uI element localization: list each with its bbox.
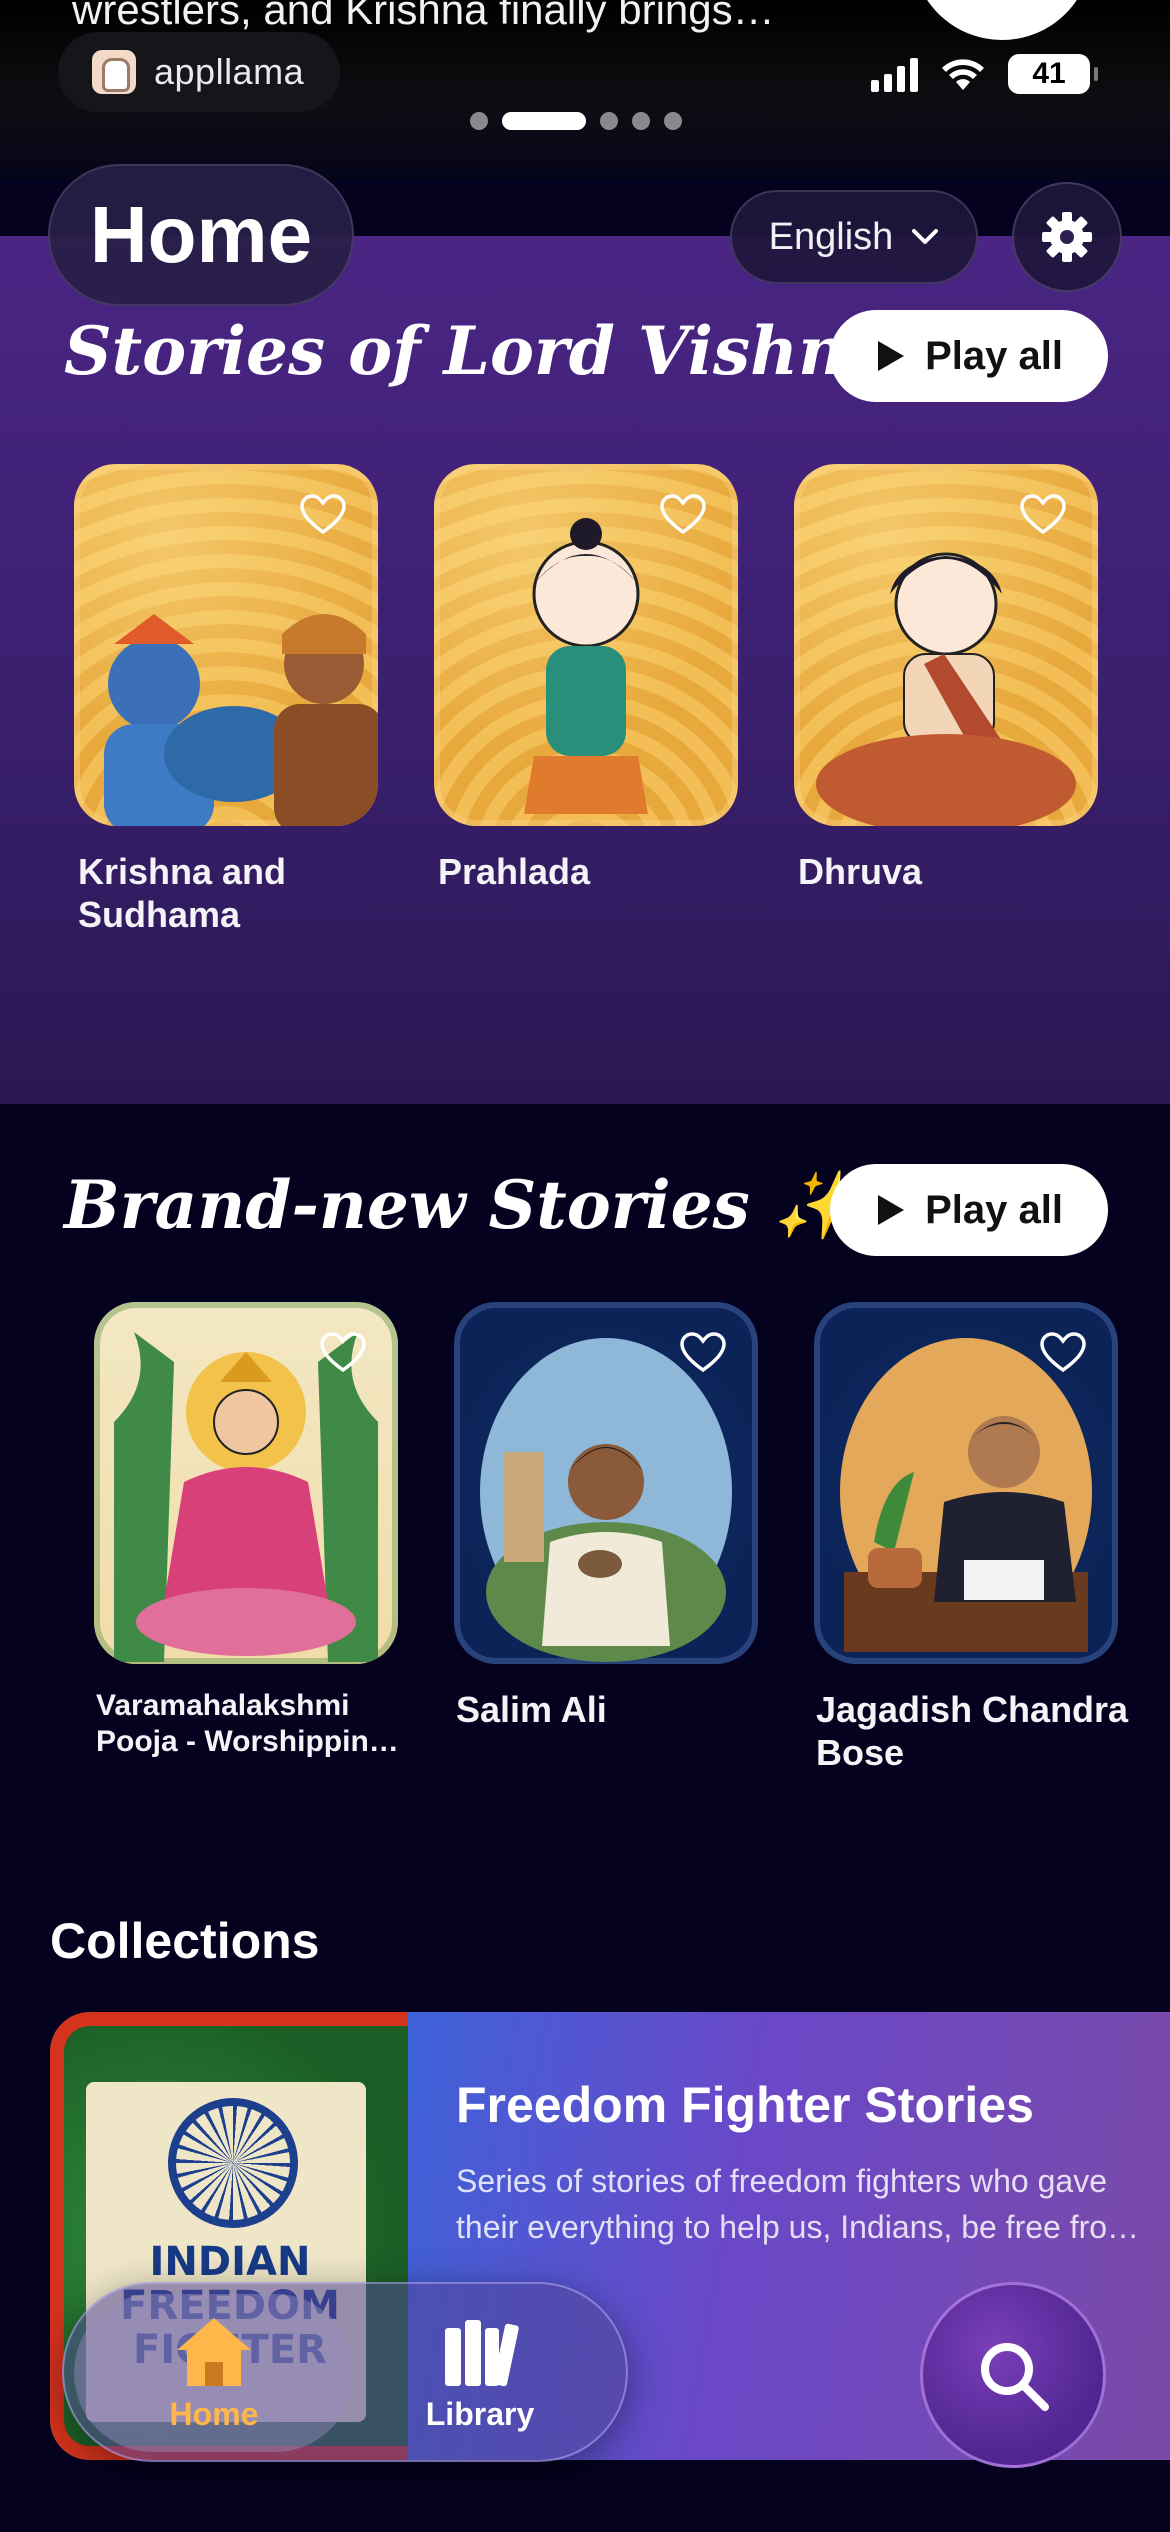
story-title[interactable]: Salim Ali xyxy=(456,1688,776,1731)
story-title[interactable]: Krishna and Sudhama xyxy=(78,850,378,936)
section-title-vishnu: Stories of Lord Vishnu xyxy=(64,312,895,390)
settings-button[interactable] xyxy=(1012,182,1122,292)
story-card[interactable] xyxy=(454,1302,758,1664)
story-title[interactable]: Varamahalakshmi Pooja - Worshippin… xyxy=(96,1688,416,1760)
library-books-icon xyxy=(445,2319,519,2386)
favorite-heart-icon[interactable] xyxy=(1020,494,1066,536)
story-title[interactable]: Dhruva xyxy=(798,850,1098,893)
language-selector[interactable]: English xyxy=(730,190,978,284)
play-all-button[interactable]: Play all xyxy=(830,1164,1108,1256)
favorite-heart-icon[interactable] xyxy=(680,1332,726,1374)
status-header: wrestlers, and Krishna finally brings… a… xyxy=(0,0,1170,180)
story-title[interactable]: Jagadish Chandra Bose xyxy=(816,1688,1136,1774)
now-playing-title[interactable]: wrestlers, and Krishna finally brings… xyxy=(72,0,775,34)
battery-indicator: 41 xyxy=(1008,54,1098,94)
wifi-icon xyxy=(942,59,984,90)
page-indicator[interactable] xyxy=(470,112,682,130)
play-all-label: Play all xyxy=(925,333,1063,378)
story-card[interactable] xyxy=(794,464,1098,826)
story-card[interactable] xyxy=(94,1302,398,1664)
language-label: English xyxy=(768,215,894,258)
gear-icon xyxy=(1042,212,1092,262)
collection-name: Freedom Fighter Stories xyxy=(456,2077,1034,2133)
search-button[interactable] xyxy=(920,2282,1106,2468)
play-all-button[interactable]: Play all xyxy=(830,310,1108,402)
story-card[interactable] xyxy=(74,464,378,826)
bottom-tab-bar: Home Library xyxy=(62,2282,628,2462)
app-switcher-pill[interactable]: appllama xyxy=(58,32,340,112)
tab-library-label: Library xyxy=(425,2395,535,2432)
cellular-signal-icon xyxy=(871,56,918,92)
favorite-heart-icon[interactable] xyxy=(300,494,346,536)
tab-library[interactable]: Library xyxy=(340,2294,620,2452)
now-playing-artwork[interactable] xyxy=(912,0,1092,40)
play-icon xyxy=(878,1195,905,1225)
tab-home-label: Home xyxy=(169,2395,259,2432)
app-name: appllama xyxy=(154,51,305,92)
collection-description: Series of stories of freedom fighters wh… xyxy=(456,2163,1140,2245)
play-all-label: Play all xyxy=(925,1187,1063,1232)
story-card[interactable] xyxy=(814,1302,1118,1664)
ashoka-chakra-icon xyxy=(168,2098,298,2228)
story-card[interactable] xyxy=(434,464,738,826)
story-title[interactable]: Prahlada xyxy=(438,850,738,893)
chevron-down-icon xyxy=(912,229,939,244)
collections-heading: Collections xyxy=(50,1913,320,1969)
favorite-heart-icon[interactable] xyxy=(1040,1332,1086,1374)
home-icon xyxy=(177,2317,251,2386)
app-logo-icon xyxy=(92,50,136,94)
section-title-brand-new: Brand-new Stories ✨ xyxy=(64,1166,855,1244)
search-icon xyxy=(981,2343,1049,2411)
page-title: Home xyxy=(48,164,354,306)
favorite-heart-icon[interactable] xyxy=(660,494,706,536)
status-icons: 41 xyxy=(871,54,1098,94)
tab-home[interactable]: Home xyxy=(74,2294,354,2452)
favorite-heart-icon[interactable] xyxy=(320,1332,366,1374)
play-icon xyxy=(878,341,905,371)
